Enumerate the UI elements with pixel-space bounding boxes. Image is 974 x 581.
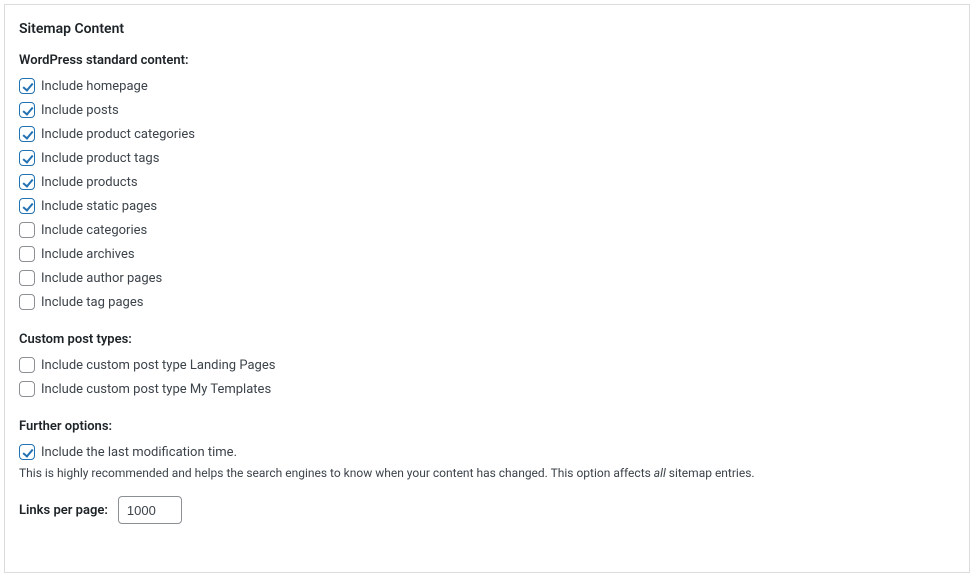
custom-post-types-heading: Custom post types: [19,332,955,347]
option-cpt-my-templates: Include custom post type My Templates [19,377,955,401]
panel-body: WordPress standard content: Include home… [5,41,969,542]
panel-title: Sitemap Content [5,5,969,41]
links-per-page-input[interactable] [118,496,182,524]
checkbox-include-author-pages[interactable] [19,270,35,286]
label-cpt-landing-pages[interactable]: Include custom post type Landing Pages [41,358,275,373]
checkbox-include-tag-pages[interactable] [19,294,35,310]
sitemap-content-panel: Sitemap Content WordPress standard conte… [4,4,970,573]
modtime-desc-em: all [654,466,666,480]
option-include-product-tags: Include product tags [19,146,955,170]
checkbox-include-products[interactable] [19,174,35,190]
checkbox-include-posts[interactable] [19,102,35,118]
option-modtime: Include the last modification time. [19,440,955,464]
option-include-archives: Include archives [19,242,955,266]
option-include-static-pages: Include static pages [19,194,955,218]
links-per-page-label: Links per page: [19,503,108,518]
checkbox-include-static-pages[interactable] [19,198,35,214]
label-include-author-pages[interactable]: Include author pages [41,271,162,286]
option-include-products: Include products [19,170,955,194]
modtime-desc-after: sitemap entries. [666,466,755,480]
option-include-categories: Include categories [19,218,955,242]
option-include-homepage: Include homepage [19,74,955,98]
checkbox-cpt-landing-pages[interactable] [19,357,35,373]
modtime-description: This is highly recommended and helps the… [19,466,955,480]
links-per-page-row: Links per page: [19,496,955,524]
label-include-tag-pages[interactable]: Include tag pages [41,295,143,310]
checkbox-include-archives[interactable] [19,246,35,262]
option-include-posts: Include posts [19,98,955,122]
modtime-desc-before: This is highly recommended and helps the… [19,466,654,480]
standard-content-heading: WordPress standard content: [19,53,955,68]
checkbox-cpt-my-templates[interactable] [19,381,35,397]
label-include-categories[interactable]: Include categories [41,223,147,238]
further-options-heading: Further options: [19,419,955,434]
label-modtime[interactable]: Include the last modification time. [41,445,237,460]
label-include-homepage[interactable]: Include homepage [41,79,148,94]
label-include-static-pages[interactable]: Include static pages [41,199,157,214]
label-include-products[interactable]: Include products [41,175,138,190]
label-include-archives[interactable]: Include archives [41,247,135,262]
checkbox-include-product-categories[interactable] [19,126,35,142]
label-include-product-tags[interactable]: Include product tags [41,151,159,166]
label-include-posts[interactable]: Include posts [41,103,119,118]
label-cpt-my-templates[interactable]: Include custom post type My Templates [41,382,271,397]
label-include-product-categories[interactable]: Include product categories [41,127,195,142]
checkbox-include-homepage[interactable] [19,78,35,94]
option-include-tag-pages: Include tag pages [19,290,955,314]
option-cpt-landing-pages: Include custom post type Landing Pages [19,353,955,377]
checkbox-modtime[interactable] [19,444,35,460]
option-include-author-pages: Include author pages [19,266,955,290]
checkbox-include-product-tags[interactable] [19,150,35,166]
checkbox-include-categories[interactable] [19,222,35,238]
option-include-product-categories: Include product categories [19,122,955,146]
